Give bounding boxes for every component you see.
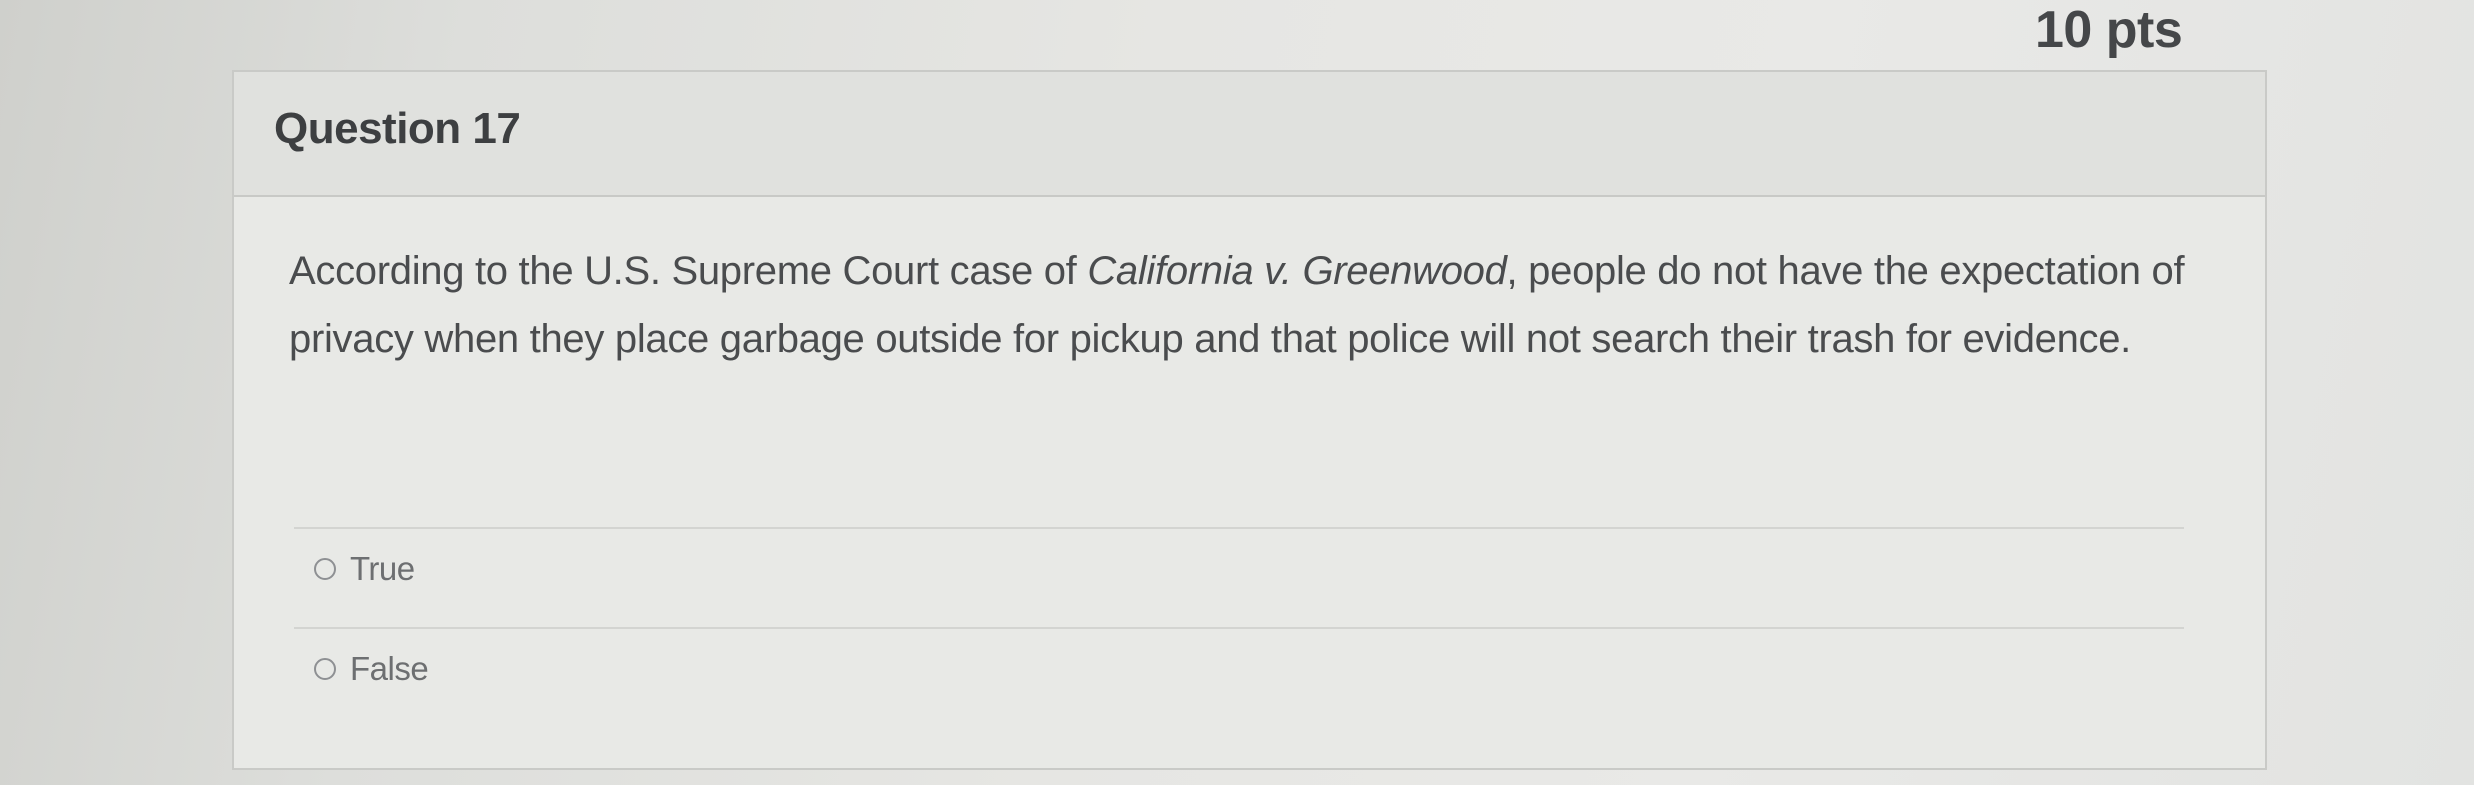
question-points: 10 pts	[2035, 1, 2183, 59]
answer-divider-top	[294, 527, 2184, 529]
question-text: According to the U.S. Supreme Court case…	[289, 237, 2219, 373]
question-card: Question 17 According to the U.S. Suprem…	[232, 70, 2267, 770]
radio-true[interactable]	[314, 558, 336, 580]
answer-label-true: True	[350, 550, 415, 587]
question-title: Question 17	[274, 104, 521, 153]
question-text-start: According to the U.S. Supreme Court case…	[289, 249, 1088, 293]
answer-option-true[interactable]: True	[314, 550, 415, 588]
answer-option-false[interactable]: False	[314, 650, 429, 688]
answer-divider-middle	[294, 627, 2184, 629]
radio-false[interactable]	[314, 658, 336, 680]
question-header: Question 17	[234, 72, 2265, 197]
case-name: California v. Greenwood	[1087, 249, 1507, 293]
answer-label-false: False	[350, 650, 429, 687]
